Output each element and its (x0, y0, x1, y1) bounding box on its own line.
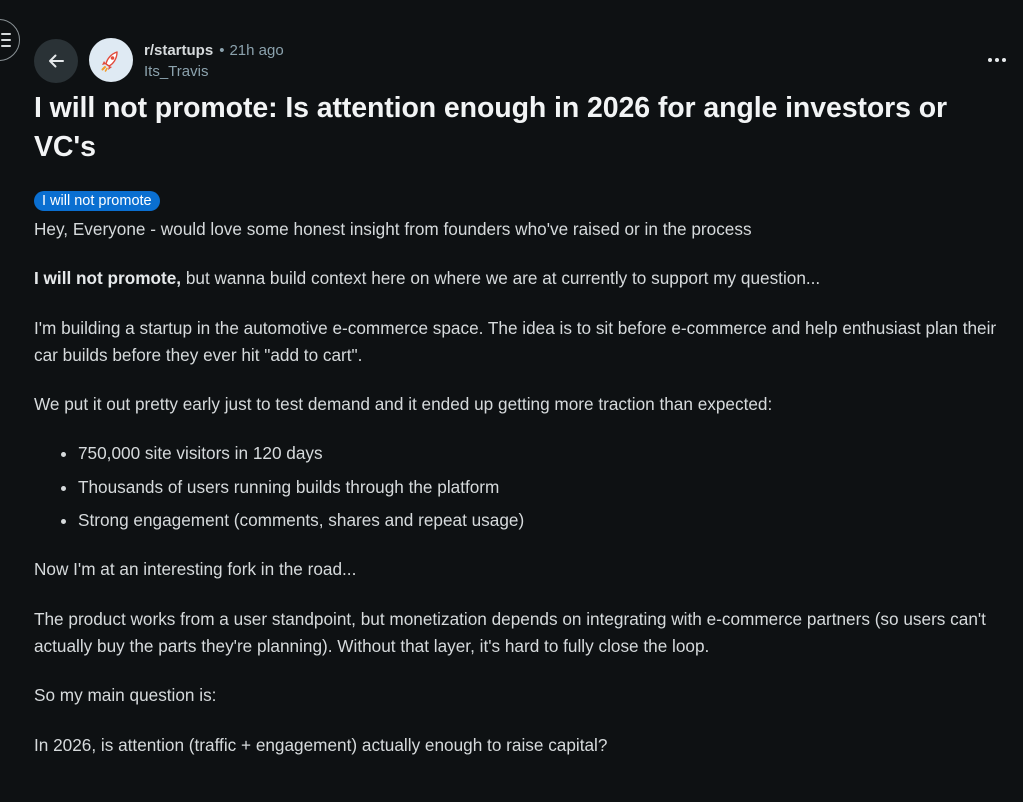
hamburger-menu-icon[interactable] (0, 19, 20, 61)
list-item: 750,000 site visitors in 120 days (78, 440, 1009, 467)
post-timestamp: 21h ago (229, 42, 284, 59)
subreddit-link[interactable]: r/startups (144, 40, 213, 61)
arrow-left-icon (49, 54, 64, 68)
back-button[interactable] (34, 39, 78, 83)
fork-paragraph: Now I'm at an interesting fork in the ro… (34, 559, 357, 580)
post-title: I will not promote: Is attention enough … (34, 92, 948, 163)
author-link[interactable]: Its_Travis (144, 61, 284, 82)
post-meta: r/startups • 21h ago Its_Travis (144, 40, 284, 82)
more-options-button[interactable] (983, 50, 1011, 70)
post-body: Hey, Everyone - would love some honest i… (34, 216, 1009, 781)
question-intro-paragraph: So my main question is: (34, 685, 217, 706)
disclaimer-bold: I will not promote, (34, 268, 182, 289)
list-item: Strong engagement (comments, shares and … (78, 507, 1009, 534)
more-horizontal-icon (988, 58, 992, 62)
intro-paragraph: Hey, Everyone - would love some honest i… (34, 219, 752, 239)
question-paragraph: In 2026, is attention (traffic + engagem… (34, 734, 608, 755)
post-flair[interactable]: I will not promote (34, 191, 160, 211)
traction-intro-paragraph: We put it out pretty early just to test … (34, 394, 773, 415)
subreddit-avatar[interactable] (89, 38, 133, 82)
meta-separator: • (219, 42, 225, 59)
rocket-icon (101, 51, 118, 72)
disclaimer-paragraph: I will not promote, but wanna build cont… (34, 265, 1009, 292)
disclaimer-rest: but wanna build context here on where we… (181, 268, 821, 289)
list-item: Thousands of users running builds throug… (78, 474, 1009, 501)
monetization-paragraph: The product works from a user standpoint… (34, 608, 986, 656)
traction-list: 750,000 site visitors in 120 days Thousa… (34, 440, 1009, 534)
description-paragraph: I'm building a startup in the automotive… (34, 317, 997, 365)
